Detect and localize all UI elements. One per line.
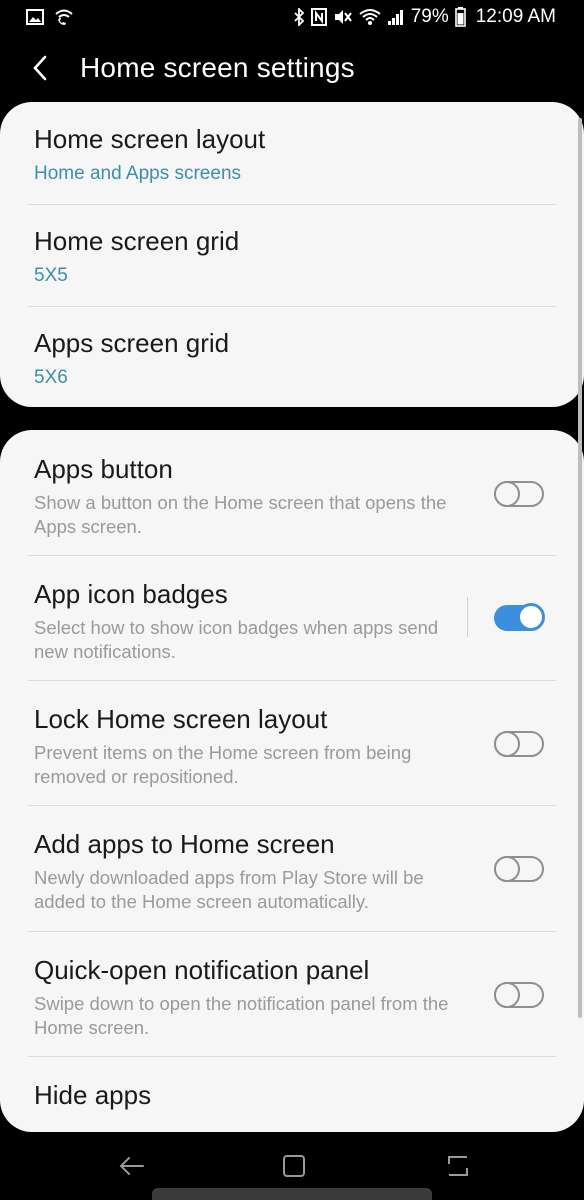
page-title: Home screen settings <box>80 52 355 83</box>
home-screen-grid-item[interactable]: Home screen grid 5X5 <box>0 226 584 287</box>
scrollbar[interactable] <box>578 118 582 1018</box>
app-icon-badges-item[interactable]: App icon badges Select how to show icon … <box>0 579 584 679</box>
app-icon-badges-toggle[interactable] <box>494 603 545 631</box>
divider <box>28 931 556 932</box>
layout-settings-card: Home screen layout Home and Apps screens… <box>0 102 584 407</box>
screen: 79% 12:09 AM Home screen settings Home s… <box>0 0 584 1200</box>
item-title: App icon badges <box>34 579 228 609</box>
quick-open-notification-item[interactable]: Quick-open notification panel Swipe down… <box>0 955 584 1055</box>
item-description: Prevent items on the Home screen from be… <box>34 742 412 787</box>
item-value: Home and Apps screens <box>34 163 242 184</box>
divider <box>28 1056 556 1057</box>
divider <box>28 555 556 556</box>
item-title: Apps screen grid <box>34 328 230 358</box>
status-left <box>26 8 74 26</box>
nav-recents-button[interactable] <box>438 1150 478 1186</box>
item-value: 5X5 <box>34 265 68 286</box>
battery-percent: 79% <box>410 6 449 27</box>
bluetooth-icon <box>293 8 305 26</box>
status-right: 79% 12:09 AM <box>293 6 556 28</box>
home-screen-layout-item[interactable]: Home screen layout Home and Apps screens <box>0 124 584 185</box>
mute-icon <box>333 8 353 26</box>
gallery-icon <box>26 9 44 25</box>
vertical-separator <box>467 597 468 637</box>
apps-button-toggle[interactable] <box>494 481 544 507</box>
item-description: Show a button on the Home screen that op… <box>34 492 447 537</box>
divider <box>28 805 556 806</box>
home-icon <box>282 1154 306 1183</box>
apps-screen-grid-item[interactable]: Apps screen grid 5X6 <box>0 328 584 389</box>
nfc-icon <box>310 8 327 26</box>
item-title: Lock Home screen layout <box>34 704 328 734</box>
battery-icon <box>454 7 466 27</box>
toggle-knob <box>494 856 520 882</box>
wifi-call-icon <box>54 8 74 26</box>
item-value: 5X6 <box>34 367 68 388</box>
add-apps-to-home-item[interactable]: Add apps to Home screen Newly downloaded… <box>0 829 584 929</box>
header: Home screen settings <box>0 40 584 100</box>
signal-icon <box>387 8 405 26</box>
toggle-knob <box>494 481 520 507</box>
divider <box>28 204 556 205</box>
home-indicator <box>152 1188 432 1200</box>
item-title: Home screen layout <box>34 124 266 154</box>
options-card: Apps button Show a button on the Home sc… <box>0 430 584 1132</box>
lock-home-screen-layout-item[interactable]: Lock Home screen layout Prevent items on… <box>0 704 584 804</box>
back-arrow-icon <box>32 55 48 86</box>
item-title: Apps button <box>34 454 173 484</box>
item-title: Hide apps <box>34 1080 152 1110</box>
nav-back-button[interactable] <box>112 1150 152 1186</box>
item-title: Home screen grid <box>34 226 240 256</box>
toggle-knob <box>494 731 520 757</box>
toggle-knob <box>517 603 545 631</box>
quick-open-toggle[interactable] <box>494 982 544 1008</box>
back-icon <box>119 1154 145 1183</box>
item-description: Swipe down to open the notification pane… <box>34 993 449 1038</box>
status-bar: 79% 12:09 AM <box>0 0 584 36</box>
hide-apps-item[interactable]: Hide apps <box>0 1080 584 1130</box>
clock: 12:09 AM <box>475 6 556 27</box>
back-button[interactable] <box>24 52 56 88</box>
add-apps-toggle[interactable] <box>494 856 544 882</box>
item-description: Select how to show icon badges when apps… <box>34 617 439 662</box>
divider <box>28 680 556 681</box>
recents-icon <box>445 1153 471 1184</box>
item-title: Add apps to Home screen <box>34 829 335 859</box>
item-description: Newly downloaded apps from Play Store wi… <box>34 867 424 912</box>
divider <box>28 306 556 307</box>
wifi-icon <box>359 8 381 26</box>
item-title: Quick-open notification panel <box>34 955 370 985</box>
apps-button-item[interactable]: Apps button Show a button on the Home sc… <box>0 454 584 554</box>
toggle-knob <box>494 982 520 1008</box>
lock-layout-toggle[interactable] <box>494 731 544 757</box>
nav-home-button[interactable] <box>274 1150 314 1186</box>
